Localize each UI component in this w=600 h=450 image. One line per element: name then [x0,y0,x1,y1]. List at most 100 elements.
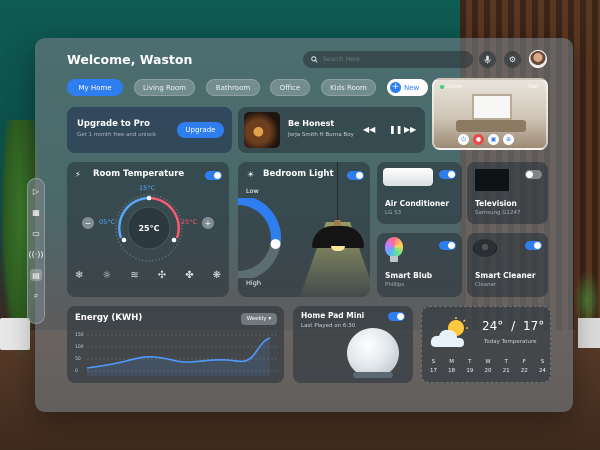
camera-feed-card[interactable]: Online Hall ⏻ ● ▣ ⊕ [432,78,548,150]
camera-zoom-icon[interactable]: ⊕ [503,134,514,145]
weather-day[interactable]: W 20 [484,359,491,374]
device-card-air-conditioner[interactable]: Air Conditioner LG S3 [377,162,462,224]
search-icon [311,56,318,63]
auto-fan-icon[interactable]: ❋ [213,270,221,281]
home-pad-toggle[interactable] [388,312,405,321]
air-conditioner-toggle[interactable] [439,170,456,179]
weather-week: S 17 M 18 T 19 W 20 T 21 F 22 S 24 [430,359,546,374]
weather-temperature: 24° / 17° [482,319,544,333]
weather-day[interactable]: T 21 [503,359,510,374]
weather-day-letter: M [449,359,455,365]
home-pad-subtitle: Last Played on 6:30 [301,323,356,329]
sun-icon[interactable]: ☼ [102,270,111,281]
camera-room-label: Hall [528,84,538,90]
upgrade-subtitle: Get 1 month free and unlock [77,132,157,138]
new-room-label: New [404,83,420,92]
energy-card: Energy (KWH) Weekly ▾ 150 100 50 0 [67,306,284,383]
camera-record-icon[interactable]: ● [473,134,484,145]
smart-bulb-toggle[interactable] [439,241,456,250]
smart-speaker-icon [347,328,399,378]
weather-day-letter: T [468,359,472,365]
play-circle-icon[interactable]: ▷ [30,185,42,197]
smart-bulb-base [390,256,398,262]
dashboard-panel: Welcome, Waston ⚙ My Home Living Room Ba… [35,38,573,412]
new-room-button[interactable]: + New [387,79,428,96]
bolt-icon: ⚡ [75,170,81,179]
camera-sofa [456,120,526,132]
temperature-dial[interactable]: 25°C [113,192,185,264]
upgrade-button[interactable]: Upgrade [177,122,224,138]
energy-period-dropdown[interactable]: Weekly ▾ [241,313,277,325]
television-toggle[interactable] [525,170,542,179]
song-title: Be Honest [288,119,335,128]
brightness-slider[interactable] [238,195,298,282]
background-pot-left [0,318,30,350]
pause-icon[interactable]: ❚❚ [389,125,402,134]
weather-day[interactable]: M 18 [448,359,455,374]
bedroom-light-toggle[interactable] [347,171,364,180]
smart-cleaner-name: Smart Cleaner [475,271,536,280]
document-icon[interactable]: ▤ [30,269,42,281]
weather-day[interactable]: S 24 [539,359,546,374]
temp-minus-button[interactable]: − [82,217,94,229]
plus-icon: + [390,82,401,93]
tab-kids-room[interactable]: Kids Room [321,79,376,96]
camera-video-icon[interactable]: ▣ [488,134,499,145]
smart-cleaner-model: Cleaner [475,282,497,288]
brightness-knob[interactable] [270,238,281,249]
energy-y-tick: 150 [75,333,84,338]
snowflake-icon[interactable]: ❄ [75,270,83,281]
settings-button[interactable]: ⚙ [504,51,521,68]
air-conditioner-model: LG S3 [385,210,402,216]
search-icon[interactable]: ⌕ [30,290,42,302]
device-card-smart-bulb[interactable]: Smart Blub Phillips [377,233,462,297]
speaker-base [353,372,393,378]
fan-icon[interactable]: ✣ [158,270,166,281]
tab-office[interactable]: Office [270,79,310,96]
weather-day[interactable]: T 19 [466,359,473,374]
tab-my-home[interactable]: My Home [67,79,123,96]
weather-day[interactable]: S 17 [430,359,437,374]
weather-day-letter: S [540,359,545,365]
wind-icon[interactable]: ≋ [130,270,138,281]
weather-day-letter: S [431,359,436,365]
avatar[interactable] [529,50,547,68]
forward-icon[interactable]: ▶▶ [404,125,416,134]
weather-low: 17° [522,319,545,333]
brightness-arc [238,195,281,281]
energy-y-tick: 100 [75,345,84,350]
energy-y-tick: 0 [75,369,78,374]
bulb-icon: ☀ [247,170,255,179]
weather-day[interactable]: F 22 [521,359,528,374]
smart-cleaner-toggle[interactable] [525,241,542,250]
song-artist: Jorja Smith ft Burna Boy [288,132,354,138]
room-temperature-toggle[interactable] [205,171,222,180]
background-pot-right [578,318,600,348]
bedroom-light-title: Bedroom Light [263,169,334,179]
smart-bulb-name: Smart Blub [385,271,433,280]
tab-bathroom[interactable]: Bathroom [206,79,260,96]
device-card-smart-cleaner[interactable]: Smart Cleaner Cleaner [467,233,548,297]
tab-living-room[interactable]: Living Room [134,79,195,96]
monitor-icon[interactable]: ▭ [30,227,42,239]
camera-power-icon[interactable]: ⏻ [458,134,469,145]
weather-label: Today Temperature [484,339,537,345]
lamp-cord [337,162,338,226]
search-bar[interactable] [303,51,473,68]
mic-button[interactable] [479,51,496,68]
weather-card: 24° / 17° Today Temperature S 17 M 18 T 19 … [421,306,551,383]
fan-speed-icon[interactable]: ✤ [185,270,193,281]
grid-icon[interactable]: ▦ [30,206,42,218]
weather-day-letter: F [522,359,526,365]
rewind-icon[interactable]: ◀◀ [363,125,375,134]
welcome-title: Welcome, Waston [67,52,193,67]
television-model: Samsung G1247 [475,210,521,216]
search-input[interactable] [323,56,453,63]
wifi-signal-icon[interactable]: ((·)) [28,248,43,260]
online-dot-icon [440,85,444,89]
side-nav: ▷ ▦ ▭ ((·)) ▤ ⌕ [27,178,45,324]
energy-line-chart [87,334,277,376]
temp-plus-button[interactable]: + [202,217,214,229]
robot-cleaner-icon [473,239,497,257]
device-card-television[interactable]: Television Samsung G1247 [467,162,548,224]
